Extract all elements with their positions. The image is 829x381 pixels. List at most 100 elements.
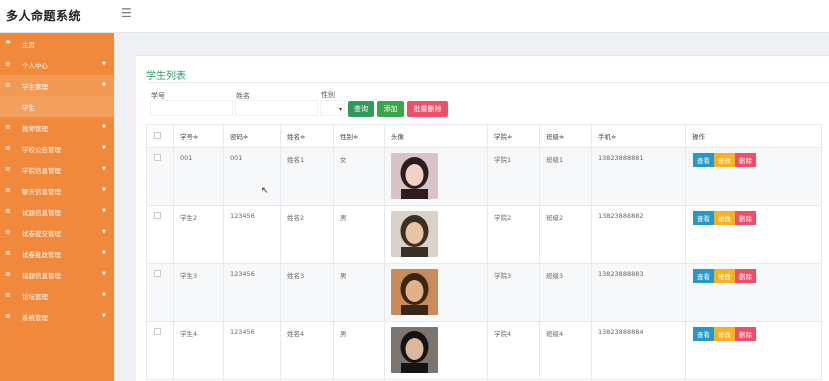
sidebar-item-label: 聊天信息管理 [22, 188, 61, 196]
column-header[interactable]: 学院≑ [487, 124, 540, 148]
sidebar-item[interactable]: ≡ 试卷提交管理 ▼ [0, 222, 114, 243]
delete-button[interactable]: 删除 [735, 327, 756, 341]
sidebar-item-label: 学生 [22, 104, 35, 112]
delete-button[interactable]: 删除 [735, 269, 756, 283]
view-button[interactable]: 查看 [693, 269, 714, 283]
row-checkbox[interactable] [154, 212, 161, 219]
table-row: 学生3 123456 姓名3 男 学院3 班级3 13823888883 查看 修改 删除 [146, 263, 822, 322]
cell-phone: 13823888881 [591, 147, 686, 206]
chevron-down-icon: ▼ [102, 82, 106, 88]
top-bar: 多人命题系统 ☰ [0, 0, 829, 33]
select-all-checkbox[interactable] [154, 131, 161, 139]
sidebar-item-label: 试卷提交管理 [22, 230, 61, 238]
sidebar-item[interactable]: ≡ 试卷批改管理 ▼ [0, 243, 114, 264]
avatar [391, 153, 438, 199]
edit-button[interactable]: 修改 [714, 153, 735, 167]
sidebar-item-label: 学校公告管理 [22, 146, 61, 154]
table-header-row: 学号≑ 密码≑ 姓名≑ 性别≑ 头像 学院≑ 班级≑ 手机≑ 操作 [146, 124, 822, 148]
sidebar-item[interactable]: ≡ 聊天信息管理 ▼ [0, 180, 114, 201]
sidebar-item[interactable]: 学生 [0, 96, 114, 117]
page-title: 学生列表 [146, 71, 186, 82]
student-no-input[interactable] [150, 100, 233, 116]
batch-delete-button[interactable]: 批量删除 [407, 101, 448, 117]
list-icon: ≡ [5, 60, 11, 68]
sidebar-item-label: 教师管理 [22, 125, 48, 133]
sidebar-item-label: 学生管理 [22, 83, 48, 91]
column-header[interactable]: 手机≑ [591, 124, 686, 148]
search-button[interactable]: 查询 [348, 101, 374, 117]
cell-college: 学院2 [487, 205, 540, 264]
view-button[interactable]: 查看 [693, 327, 714, 341]
sidebar-item-label: 个人中心 [22, 62, 48, 70]
chevron-down-icon: ▼ [102, 208, 106, 214]
sidebar: ⚑ 主页 ≡ 个人中心 ▼ ≡ 学生管理 ▼ 学生 ≡ 教师管理 ▼ ≡ 学校公告管理 ▼ ≡ 学院信息管理 ▼ ≡… [0, 33, 114, 381]
column-header[interactable]: 性别≑ [333, 124, 385, 148]
list-icon: ≡ [5, 270, 11, 278]
column-header: 操作 [685, 124, 822, 148]
title-divider [146, 82, 829, 83]
row-checkbox[interactable] [154, 154, 161, 161]
sidebar-item-label: 试题信息管理 [22, 209, 61, 217]
select-all-checkbox-cell[interactable] [146, 124, 174, 148]
cell-gender: 男 [333, 205, 385, 264]
sidebar-item[interactable]: ≡ 个人中心 ▼ [0, 54, 114, 75]
cell-actions: 查看 修改 删除 [685, 321, 822, 380]
sidebar-item[interactable]: ≡ 试题信息管理 ▼ [0, 201, 114, 222]
cell-student-no: 001 [173, 147, 224, 206]
list-icon: ≡ [5, 207, 11, 215]
view-button[interactable]: 查看 [693, 153, 714, 167]
sidebar-item[interactable]: ≡ 错题信息管理 ▼ [0, 264, 114, 285]
list-icon: ≡ [5, 312, 11, 320]
name-input[interactable] [235, 100, 318, 116]
sidebar-item[interactable]: ≡ 学生管理 ▼ [0, 75, 114, 96]
cell-student-no: 学生2 [173, 205, 224, 264]
cell-name: 姓名4 [280, 321, 334, 380]
chevron-down-icon[interactable]: ▾ [339, 106, 342, 113]
edit-button[interactable]: 修改 [714, 327, 735, 341]
sidebar-item-label: 试卷批改管理 [22, 251, 61, 259]
edit-button[interactable]: 修改 [714, 211, 735, 225]
list-icon: ≡ [5, 144, 11, 152]
avatar [391, 269, 438, 315]
column-header[interactable]: 学号≑ [173, 124, 224, 148]
sidebar-item[interactable]: ≡ 教师管理 ▼ [0, 117, 114, 138]
view-button[interactable]: 查看 [693, 211, 714, 225]
row-checkbox[interactable] [154, 328, 161, 335]
row-checkbox-cell[interactable] [146, 263, 174, 322]
table-row: 001 001 姓名1 女 学院1 班级1 13823888881 查看 修改 删除 [146, 147, 822, 206]
cell-avatar [384, 205, 488, 264]
column-header[interactable]: 姓名≑ [280, 124, 334, 148]
sidebar-item[interactable]: ⚑ 主页 [0, 33, 114, 54]
cell-phone: 13823888882 [591, 205, 686, 264]
hamburger-icon[interactable]: ☰ [121, 6, 132, 20]
table-row: 学生2 123456 姓名2 男 学院2 班级2 13823888882 查看 修改 删除 [146, 205, 822, 264]
sidebar-item[interactable]: ≡ 学校公告管理 ▼ [0, 138, 114, 159]
chevron-down-icon: ▼ [102, 61, 106, 67]
cell-gender: 女 [333, 147, 385, 206]
chevron-down-icon: ▼ [102, 292, 106, 298]
edit-button[interactable]: 修改 [714, 269, 735, 283]
avatar [391, 211, 438, 257]
delete-button[interactable]: 删除 [735, 211, 756, 225]
chevron-down-icon: ▼ [102, 124, 106, 130]
column-header[interactable]: 密码≑ [223, 124, 281, 148]
sidebar-item[interactable]: ≡ 论坛管理 ▼ [0, 285, 114, 306]
column-header[interactable]: 班级≑ [539, 124, 592, 148]
row-checkbox-cell[interactable] [146, 147, 174, 206]
row-checkbox[interactable] [154, 270, 161, 277]
sidebar-item-label: 系统管理 [22, 314, 48, 322]
cell-class: 班级2 [539, 205, 592, 264]
cell-name: 姓名3 [280, 263, 334, 322]
chevron-down-icon: ▼ [102, 145, 106, 151]
sidebar-item[interactable]: ≡ 学院信息管理 ▼ [0, 159, 114, 180]
cell-password: 123456 [223, 321, 281, 380]
cell-college: 学院3 [487, 263, 540, 322]
sidebar-item-label: 错题信息管理 [22, 272, 61, 280]
sidebar-item[interactable]: ≡ 系统管理 ▼ [0, 306, 114, 327]
delete-button[interactable]: 删除 [735, 153, 756, 167]
add-button[interactable]: 添加 [377, 101, 404, 117]
list-icon: ≡ [5, 186, 11, 194]
row-checkbox-cell[interactable] [146, 205, 174, 264]
sidebar-item-label: 主页 [22, 41, 35, 49]
row-checkbox-cell[interactable] [146, 321, 174, 380]
